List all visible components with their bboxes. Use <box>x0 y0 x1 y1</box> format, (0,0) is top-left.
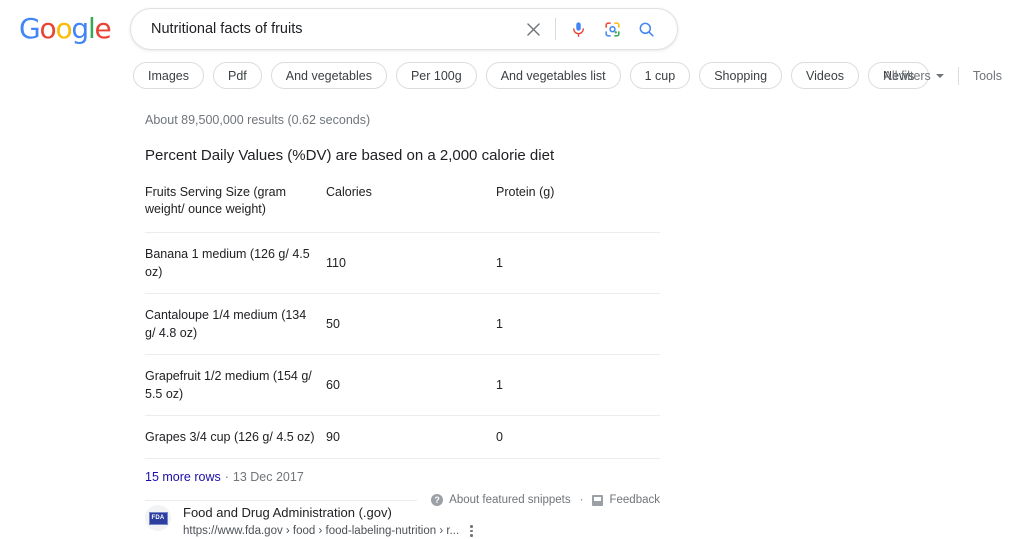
footer-separator: · <box>579 494 584 506</box>
feedback-flag-icon <box>592 494 604 506</box>
source-url: https://www.fda.gov › food › food-labeli… <box>183 525 460 537</box>
cell-fruit-name: Cantaloupe 1/4 medium (134 g/ 4.8 oz) <box>145 308 307 340</box>
table-row: Banana 1 medium (126 g/ 4.5 oz) 110 1 <box>145 232 660 294</box>
google-logo[interactable]: Google <box>19 12 112 45</box>
table-header-row: Fruits Serving Size (gram weight/ ounce … <box>145 184 660 233</box>
source-text-block: Food and Drug Administration (.gov) http… <box>183 503 685 539</box>
snippet-footer: ? About featured snippets · Feedback <box>145 494 660 506</box>
search-submit-icon[interactable] <box>629 12 663 46</box>
chip-label: 1 cup <box>644 68 676 83</box>
search-icons-divider <box>555 18 556 40</box>
about-featured-snippets-link[interactable]: ? About featured snippets <box>431 494 571 506</box>
table-row: Grapes 3/4 cup (126 g/ 4.5 oz) 90 0 <box>145 415 660 459</box>
column-header-calories: Calories <box>326 185 372 199</box>
all-filters-button[interactable]: All filters <box>884 69 958 83</box>
search-input[interactable] <box>131 9 516 49</box>
filter-chip-and-vegetables-list[interactable]: And vegetables list <box>485 62 621 89</box>
cell-protein: 1 <box>496 378 503 392</box>
search-box-icons <box>516 12 677 46</box>
search-header: Google <box>0 0 1024 56</box>
logo-letter-5: e <box>94 12 112 45</box>
logo-letter-4: l <box>87 12 96 45</box>
logo-letter-2: o <box>55 12 72 45</box>
results-count: About 89,500,000 results (0.62 seconds) <box>145 113 371 127</box>
filter-chip-list: Images Pdf And vegetables Per 100g And v… <box>133 62 930 89</box>
separator-dot: · <box>224 470 229 484</box>
table-row: Cantaloupe 1/4 medium (134 g/ 4.8 oz) 50… <box>145 293 660 355</box>
about-featured-snippets-label: About featured snippets <box>449 494 571 506</box>
filter-chip-pdf[interactable]: Pdf <box>213 62 262 89</box>
more-options-icon[interactable] <box>467 523 476 539</box>
chip-label: And vegetables list <box>500 68 606 83</box>
footer-divider <box>145 499 418 501</box>
favicon-label: FDA <box>148 511 168 525</box>
cell-fruit-name: Grapefruit 1/2 medium (154 g/ 5.5 oz) <box>145 369 312 401</box>
cell-calories: 50 <box>326 317 340 331</box>
tools-label: Tools <box>972 69 1002 83</box>
tools-button[interactable]: Tools <box>959 69 1002 83</box>
google-lens-icon[interactable] <box>595 12 629 46</box>
cell-calories: 60 <box>326 378 340 392</box>
source-url-row: https://www.fda.gov › food › food-labeli… <box>183 523 685 539</box>
filter-chip-and-vegetables[interactable]: And vegetables <box>270 62 387 89</box>
cell-calories: 90 <box>326 430 340 444</box>
help-circle-icon: ? <box>431 494 444 506</box>
table-row: Grapefruit 1/2 medium (154 g/ 5.5 oz) 60… <box>145 354 660 416</box>
filter-chip-1-cup[interactable]: 1 cup <box>629 62 691 89</box>
table-footer: 15 more rows · 13 Dec 2017 <box>145 470 1024 484</box>
chip-label: Videos <box>806 68 845 83</box>
clear-search-icon[interactable] <box>516 12 550 46</box>
search-results-main: About 89,500,000 results (0.62 seconds) … <box>0 101 1024 539</box>
column-header-serving-size: Fruits Serving Size (gram weight/ ounce … <box>145 185 287 216</box>
filter-chip-per-100g[interactable]: Per 100g <box>395 62 477 89</box>
fda-favicon-icon: FDA <box>145 505 171 531</box>
source-site-name: Food and Drug Administration (.gov) <box>183 505 392 520</box>
filter-chip-videos[interactable]: Videos <box>791 62 860 89</box>
search-box[interactable] <box>130 8 678 50</box>
chevron-down-icon <box>935 74 944 78</box>
chip-label: Pdf <box>228 68 247 83</box>
cell-fruit-name: Grapes 3/4 cup (126 g/ 4.5 oz) <box>145 430 315 444</box>
logo-letter-1: o <box>39 12 57 45</box>
chip-label: Per 100g <box>410 68 462 83</box>
filter-bar-right: All filters Tools <box>884 67 1002 85</box>
logo-letter-3: g <box>71 12 89 45</box>
snippet-source: FDA Food and Drug Administration (.gov) … <box>145 503 1024 539</box>
featured-snippet-title: Percent Daily Values (%DV) are based on … <box>145 147 555 164</box>
chip-label: And vegetables <box>285 68 372 83</box>
cell-protein: 0 <box>496 430 503 444</box>
cell-protein: 1 <box>496 256 503 270</box>
feedback-link[interactable]: Feedback <box>592 494 660 506</box>
feedback-label: Feedback <box>609 494 660 506</box>
cell-fruit-name: Banana 1 medium (126 g/ 4.5 oz) <box>145 247 310 279</box>
filter-chip-images[interactable]: Images <box>133 62 204 89</box>
column-header-protein: Protein (g) <box>496 185 555 199</box>
chip-label: Images <box>148 68 189 83</box>
all-filters-label: All filters <box>883 69 931 83</box>
nutrition-table: Fruits Serving Size (gram weight/ ounce … <box>145 184 660 459</box>
snippet-date: 13 Dec 2017 <box>232 470 304 484</box>
cell-protein: 1 <box>496 317 503 331</box>
chip-label: Shopping <box>714 68 768 83</box>
more-rows-link[interactable]: 15 more rows <box>145 470 221 484</box>
filter-chip-shopping[interactable]: Shopping <box>699 62 783 89</box>
filter-bar: Images Pdf And vegetables Per 100g And v… <box>0 56 1024 101</box>
microphone-icon[interactable] <box>561 12 595 46</box>
logo-letter-0: G <box>19 12 41 45</box>
cell-calories: 110 <box>326 256 346 270</box>
